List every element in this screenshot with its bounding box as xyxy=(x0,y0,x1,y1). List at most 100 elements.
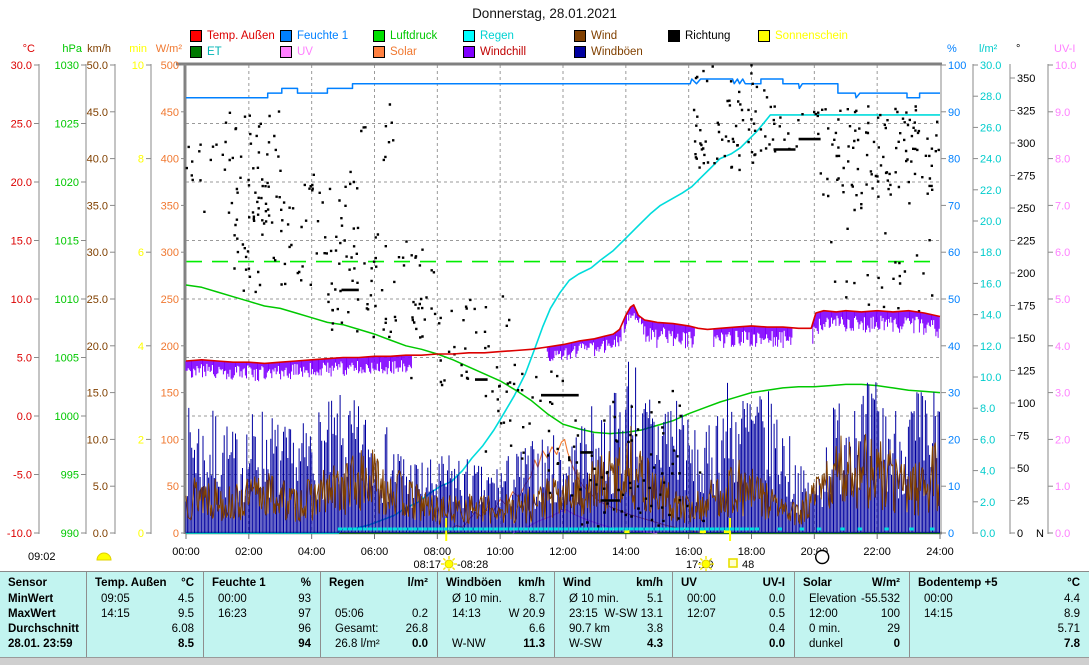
axis-tick-label: 150 xyxy=(1017,333,1035,345)
axis-tick-label: 50 xyxy=(1017,463,1029,475)
axis-tick-label: 30.0 xyxy=(11,60,32,72)
table-column-bodentemp-5: Bodentemp +5°C00:004.414:158.95.717.8 xyxy=(910,572,1089,658)
axis-tick-label: 4.0 xyxy=(1055,341,1070,353)
x-tick-label: 24:00 xyxy=(926,546,954,558)
table-column-solar: SolarW/m²Elevation-55.53212:001000 min.2… xyxy=(795,572,910,658)
legend-label: ET xyxy=(207,46,222,58)
weather-app-window: 30.025.020.015.010.05.00.0-5.0-10.0°C103… xyxy=(0,0,1089,665)
axis-tick-label: 0.0 xyxy=(17,411,32,423)
table-cell-row: 0.4 xyxy=(673,622,794,637)
axis-tick-label: 3.0 xyxy=(1055,388,1070,400)
axis-tick-label: 26.0 xyxy=(980,122,1001,134)
axis-tick-label: 250 xyxy=(161,294,179,306)
column-name: Solar xyxy=(803,575,832,592)
axis-tick-label: 12.0 xyxy=(980,341,1001,353)
weather-chart: 30.025.020.015.010.05.00.0-5.0-10.0°C103… xyxy=(0,0,1089,665)
cell-value: 0.0 xyxy=(769,637,785,652)
axis-tick-label: 10 xyxy=(132,60,144,72)
column-unit: km/h xyxy=(636,575,663,592)
axis-tick-label: 16.0 xyxy=(980,278,1001,290)
table-cell-row: 0 min.29 xyxy=(795,622,909,637)
table-cell-row: 96 xyxy=(204,622,320,637)
axis-unit-label: ° xyxy=(1016,43,1020,55)
series-humidity xyxy=(186,79,940,98)
column-header: Wind km/h xyxy=(555,575,672,592)
legend-label: Windböen xyxy=(591,46,643,58)
cell-value: -55.532 xyxy=(861,592,900,607)
legend-item-luftdruck: Luftdruck xyxy=(373,29,437,42)
axis-tick-label: 5.0 xyxy=(93,481,108,493)
column-header: Temp. Außen°C xyxy=(87,575,203,592)
axis-tick-label: 995 xyxy=(61,470,79,482)
axis-tick-label: 5.0 xyxy=(17,353,32,365)
x-tick-label: 02:00 xyxy=(235,546,263,558)
sunrise-sun-icon xyxy=(441,556,457,572)
x-tick-label: 22:00 xyxy=(863,546,891,558)
row-label-text: Durchschnitt xyxy=(8,622,79,637)
cell-value: 4.5 xyxy=(178,592,194,607)
axis-tick-label: 10.0 xyxy=(980,372,1001,384)
cell-value: 0.2 xyxy=(412,607,428,622)
cell-label xyxy=(95,622,101,637)
axis-tick-label: 2.0 xyxy=(1055,434,1070,446)
axis-tick-label: 7.0 xyxy=(1055,200,1070,212)
axis-tick-label: 30 xyxy=(948,388,960,400)
cell-value: 6.08 xyxy=(172,622,194,637)
cell-label xyxy=(681,622,687,637)
table-cell-row: Ø 10 min.5.1 xyxy=(555,592,672,607)
table-cell-row: 00:0093 xyxy=(204,592,320,607)
x-tick-label: 04:00 xyxy=(298,546,326,558)
x-tick-label: 18:00 xyxy=(738,546,766,558)
table-column-wind: Windkm/hØ 10 min.5.123:15W-SW 13.190.7 k… xyxy=(555,572,673,658)
cell-label: 09:05 xyxy=(95,592,130,607)
axis-tick-label: 20.0 xyxy=(11,177,32,189)
axis-tick-label: 1.0 xyxy=(1055,481,1070,493)
axis-tick-label: 300 xyxy=(1017,138,1035,150)
legend-swatch xyxy=(463,46,475,58)
column-unit: W/m² xyxy=(872,575,900,592)
axis-tick-label: 8.0 xyxy=(980,403,995,415)
axis-tick-label: 50 xyxy=(167,481,179,493)
table-cell-row: 5.71 xyxy=(910,622,1089,637)
axis-tick-label: 4 xyxy=(138,341,144,353)
table-cell-row: Gesamt:26.8 xyxy=(321,622,437,637)
legend-swatch xyxy=(574,30,586,42)
series-gusts xyxy=(186,362,940,533)
row-label-text: Sensor xyxy=(8,575,47,592)
cell-label: Ø 10 min. xyxy=(563,592,619,607)
sunrise-time-text: 08:17 xyxy=(413,559,441,571)
axis-tick-label: 200 xyxy=(1017,268,1035,280)
cell-value: 11.3 xyxy=(523,637,545,652)
cell-label: 16:23 xyxy=(212,607,247,622)
axis-tick-label: 24.0 xyxy=(980,154,1001,166)
axis-tick-label: 1005 xyxy=(55,353,79,365)
cell-value: 93 xyxy=(298,592,311,607)
axis-tick-label: 100 xyxy=(948,60,966,72)
table-cell-row: 14:158.9 xyxy=(910,607,1089,622)
day-length-sun-icon xyxy=(97,553,111,560)
table-cell-row: 14:159.5 xyxy=(87,607,203,622)
cell-value: 0.0 xyxy=(412,637,428,652)
axis-tick-label: 450 xyxy=(161,107,179,119)
x-tick-label: 14:00 xyxy=(612,546,640,558)
cell-label: 0 min. xyxy=(803,622,840,637)
cell-label xyxy=(446,622,452,637)
cell-value: 96 xyxy=(298,622,311,637)
cell-value: 4.3 xyxy=(647,637,663,652)
axis-hPa xyxy=(81,64,86,534)
table-cell-row: 0.0 xyxy=(673,637,794,652)
axis-tick-label: 200 xyxy=(161,341,179,353)
axis-tick-label: 2 xyxy=(138,434,144,446)
table-cell-row: 00:004.4 xyxy=(910,592,1089,607)
cell-value: 26.8 xyxy=(406,622,428,637)
column-unit: UV-I xyxy=(763,575,785,592)
axis-tick-label: 20.0 xyxy=(87,341,108,353)
full-moon-icon xyxy=(816,551,829,564)
column-name: Wind xyxy=(563,575,591,592)
axis-tick-label: 225 xyxy=(1017,236,1035,248)
column-unit: °C xyxy=(1067,575,1080,592)
axis-tick-label: 90 xyxy=(948,107,960,119)
axis-tick-label: 35.0 xyxy=(87,200,108,212)
cell-value: 0.5 xyxy=(769,607,785,622)
axis-tick-label: 22.0 xyxy=(980,185,1001,197)
